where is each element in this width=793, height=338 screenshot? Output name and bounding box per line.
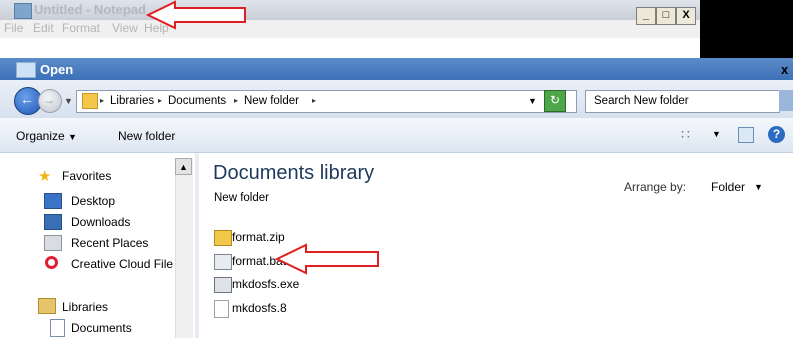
- scroll-up-icon[interactable]: ▲: [175, 158, 192, 175]
- blank-file-icon: [214, 300, 229, 318]
- views-dropdown-icon[interactable]: ▼: [712, 129, 721, 139]
- preview-pane-icon[interactable]: [738, 127, 754, 143]
- nav-item-documents[interactable]: Documents: [71, 321, 132, 335]
- chevron-right-icon[interactable]: ▸: [312, 96, 316, 105]
- downloads-icon: [44, 214, 62, 230]
- breadcrumb-libraries[interactable]: Libraries: [110, 95, 154, 107]
- menu-edit[interactable]: Edit: [33, 21, 54, 35]
- recent-places-icon: [44, 235, 62, 251]
- organize-label: Organize: [16, 129, 65, 143]
- nav-item-creative-cloud-files[interactable]: Creative Cloud File: [71, 257, 173, 271]
- documents-icon: [50, 319, 65, 337]
- chevron-down-icon[interactable]: ▼: [754, 182, 763, 192]
- nav-item-desktop[interactable]: Desktop: [71, 194, 115, 208]
- star-icon: ★: [38, 168, 52, 185]
- notepad-menu-bar: File Edit Format View Help: [0, 20, 700, 38]
- nav-scrollbar[interactable]: [175, 158, 193, 338]
- nav-item-recent-places[interactable]: Recent Places: [71, 236, 148, 250]
- search-icon[interactable]: [779, 90, 793, 111]
- file-name: mkdosfs.8: [232, 301, 287, 315]
- notepad-window-title: Untitled - Notepad: [34, 2, 146, 17]
- chevron-right-icon[interactable]: ▸: [158, 96, 162, 105]
- menu-format[interactable]: Format: [62, 21, 100, 35]
- folder-icon: [82, 93, 98, 109]
- recent-pages-dropdown-icon[interactable]: ▼: [64, 96, 73, 106]
- chevron-down-icon: ▼: [68, 132, 77, 142]
- dialog-close-button[interactable]: x: [781, 62, 788, 77]
- views-icon[interactable]: ∷: [681, 126, 690, 143]
- arrange-by-dropdown[interactable]: Folder: [711, 180, 745, 194]
- forward-button[interactable]: →: [38, 89, 62, 113]
- open-dialog-icon: [16, 62, 36, 78]
- executable-icon: [214, 277, 232, 293]
- libraries-icon: [38, 298, 56, 314]
- help-icon[interactable]: ?: [768, 126, 785, 143]
- notepad-icon: [14, 3, 32, 19]
- breadcrumb-new-folder[interactable]: New folder: [244, 95, 299, 107]
- menu-file[interactable]: File: [4, 21, 23, 35]
- address-dropdown-icon[interactable]: ▼: [528, 96, 537, 106]
- library-subtitle: New folder: [214, 192, 269, 204]
- arrange-by-label: Arrange by:: [624, 180, 687, 194]
- annotation-arrow-title: [145, 0, 246, 30]
- annotation-arrow-format-bat: [274, 243, 379, 275]
- open-dialog-title: Open: [40, 62, 74, 77]
- breadcrumb-documents[interactable]: Documents: [168, 95, 226, 107]
- background-region: [700, 0, 793, 58]
- zip-folder-icon: [214, 230, 232, 246]
- refresh-button[interactable]: ↻: [544, 90, 566, 112]
- back-arrow-icon: ←: [20, 91, 34, 107]
- pane-splitter[interactable]: [195, 153, 199, 338]
- chevron-right-icon[interactable]: ▸: [100, 96, 104, 105]
- chevron-right-icon[interactable]: ▸: [234, 96, 238, 105]
- minimize-button[interactable]: _: [636, 7, 656, 25]
- menu-view[interactable]: View: [112, 21, 138, 35]
- maximize-button[interactable]: □: [656, 7, 676, 25]
- new-folder-button[interactable]: New folder: [118, 129, 175, 143]
- nav-item-libraries[interactable]: Libraries: [62, 300, 108, 314]
- nav-item-downloads[interactable]: Downloads: [71, 215, 130, 229]
- close-button[interactable]: X: [676, 7, 696, 25]
- library-title: Documents library: [213, 162, 375, 184]
- batch-file-icon: [214, 254, 232, 270]
- nav-item-favorites[interactable]: Favorites: [62, 169, 111, 183]
- file-name: mkdosfs.exe: [232, 277, 300, 291]
- desktop-icon: [44, 193, 62, 209]
- organize-button[interactable]: Organize ▼: [16, 129, 77, 143]
- creative-cloud-icon: [45, 256, 58, 269]
- open-dialog-title-bar[interactable]: [0, 58, 793, 80]
- forward-arrow-icon: →: [43, 93, 55, 107]
- search-placeholder: Search New folder: [594, 95, 689, 107]
